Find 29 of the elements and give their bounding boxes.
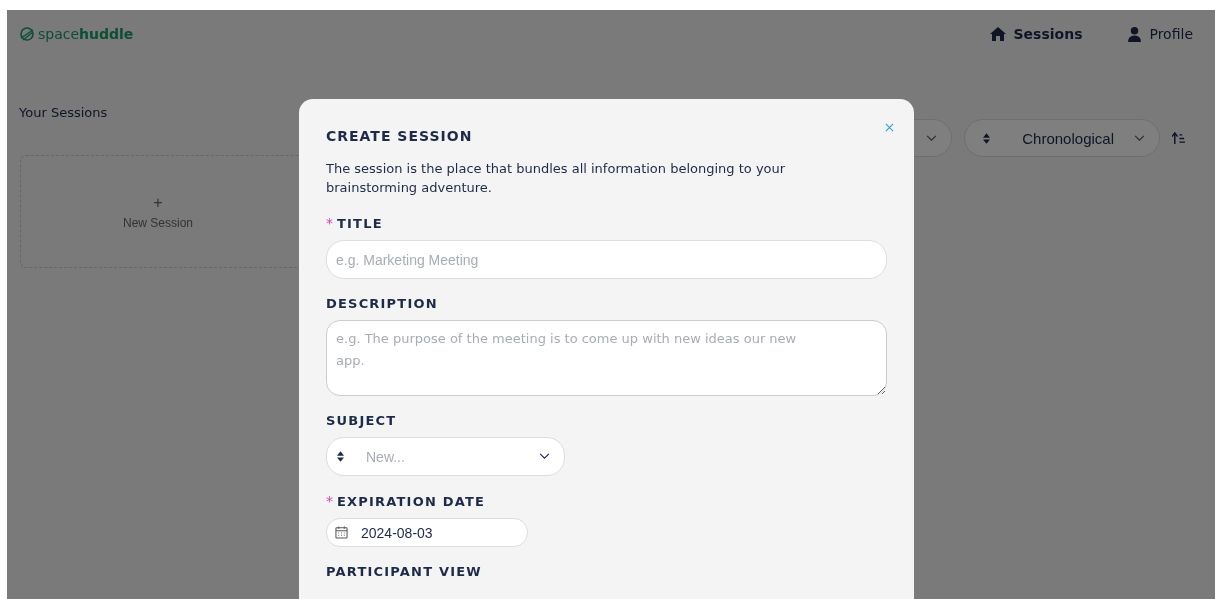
home-icon [989,27,1006,41]
person-icon [1128,26,1142,42]
close-icon[interactable] [885,123,894,132]
nav-link[interactable]: Profile [1128,26,1193,42]
chevron-icon [539,453,550,460]
calendar-icon [335,526,348,539]
plus-icon: + [153,193,163,212]
sort-select[interactable]: Chronological [964,119,1160,157]
title-input[interactable]: e.g. Marketing Meeting [326,240,887,279]
description-textarea[interactable]: e.g. The purpose of the meeting is to come up with new ideas our new app. [326,320,887,396]
sort-arrows-icon [337,451,344,462]
subject-select[interactable]: New... [326,437,565,476]
logo-text: spacehuddle [38,26,134,42]
required-mark: * [326,493,333,509]
required-mark: * [326,215,333,231]
field-label: TITLE [337,215,383,231]
field-label: SUBJECT [326,413,397,428]
chevron-icon [926,134,938,142]
field-label: DESCRIPTION [326,296,438,311]
page-title: Your Sessions [19,105,108,120]
sort-order-icon[interactable] [1172,131,1185,145]
chevron-icon [1134,134,1145,142]
new-session-label: New Session [123,215,193,230]
nav-link[interactable]: Sessions [989,26,1083,42]
field-label: EXPIRATION DATE [337,493,486,509]
sort-arrows-icon [983,132,991,144]
date-field[interactable]: 2024-08-03 [326,518,528,547]
field-label: PARTICIPANT VIEW [326,564,482,579]
dialog-title: CREATE SESSION [326,128,474,144]
